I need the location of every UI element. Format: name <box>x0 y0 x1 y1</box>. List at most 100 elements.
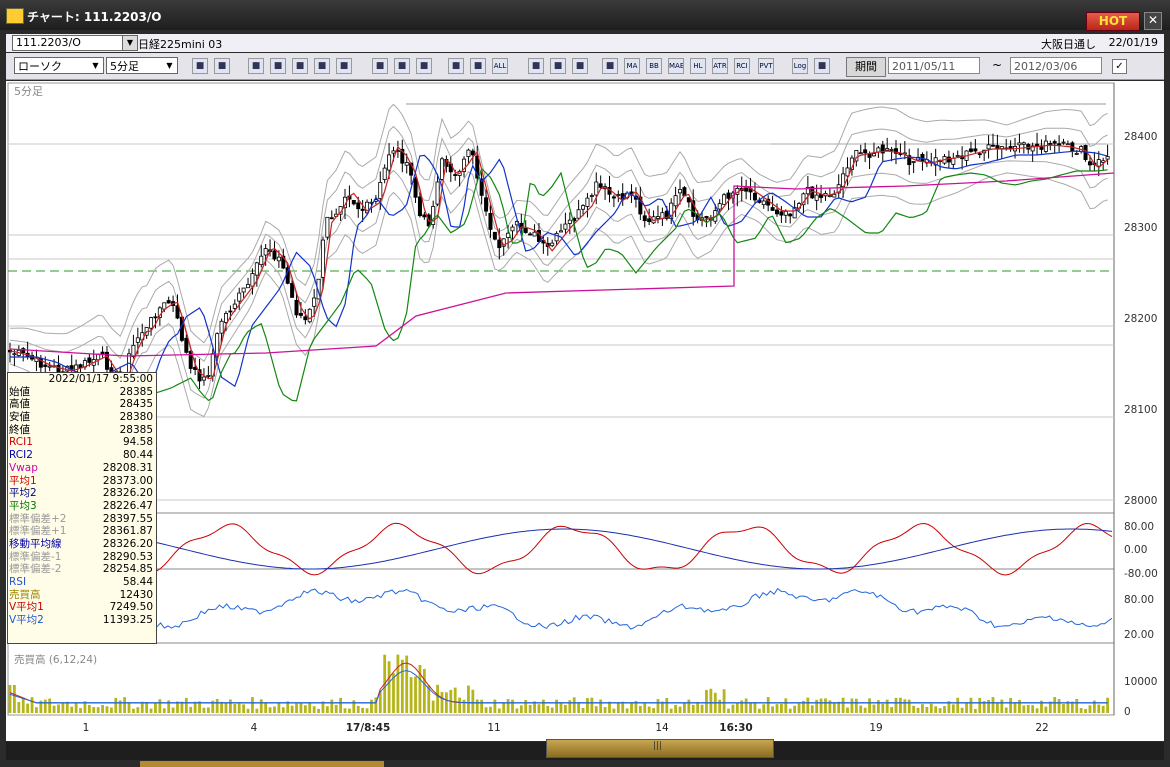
split-arrows-button[interactable]: ■ <box>470 58 486 74</box>
zoom-icon: ■ <box>195 61 205 71</box>
candle-body <box>417 196 422 217</box>
symbol-input[interactable]: 111.2203/O <box>12 35 125 51</box>
pvt-button[interactable]: PVT <box>758 58 774 74</box>
candle-body <box>774 209 779 215</box>
volume-bar <box>1053 697 1057 713</box>
volume-bar <box>528 704 532 713</box>
hot-button[interactable]: HOT <box>1086 12 1140 31</box>
candle-body <box>47 365 52 368</box>
scroll-thumb[interactable]: ||| <box>546 739 774 758</box>
volume-bar <box>515 708 519 713</box>
brush-button[interactable]: ■ <box>550 58 566 74</box>
export-button[interactable]: ■ <box>814 58 830 74</box>
bar-chart-button[interactable]: ■ <box>292 58 308 74</box>
candle-body <box>532 231 537 237</box>
candle-body <box>951 157 956 165</box>
info-label: 標準偏差-1 <box>9 550 62 563</box>
info-row: 平均1 28373.00 <box>8 475 156 488</box>
period-button[interactable]: 期間 <box>846 57 886 77</box>
date-to-field[interactable]: 2012/03/06 <box>1010 57 1102 74</box>
volume-bar <box>295 703 298 713</box>
log-button[interactable]: Log <box>792 58 808 74</box>
chevron-down-icon: ▼ <box>166 61 173 70</box>
volume-bar <box>145 701 149 713</box>
volume-bar <box>123 697 127 713</box>
atr-button[interactable]: ATR <box>712 58 728 74</box>
main-pane-label: 5分足 <box>14 85 43 98</box>
chart-type-value: ローソク <box>18 60 62 73</box>
average-1-line <box>9 144 1108 380</box>
candle-body <box>246 284 251 289</box>
x-axis-label: 16:30 <box>719 722 752 734</box>
all-button[interactable]: ALL <box>492 58 508 74</box>
candle-button[interactable]: ■ <box>314 58 330 74</box>
volume-bar <box>1084 708 1087 713</box>
candle-body <box>307 308 312 323</box>
x-axis-label: 14 <box>655 722 669 734</box>
chart-canvas[interactable]: 5分足28400283002820028100280001 4 17/8:45 11 1… <box>6 81 1164 741</box>
volume-bar <box>643 703 647 713</box>
chart-window: チャート: 111.2203/O HOT ✕ 111.2203/O ▼ 日経22… <box>0 0 1170 767</box>
palette-button[interactable]: ■ <box>572 58 588 74</box>
info-button[interactable]: ■ <box>336 58 352 74</box>
grid-button[interactable]: ■ <box>602 58 618 74</box>
candle-body <box>470 150 475 156</box>
volume-bar <box>206 707 210 713</box>
rci-button[interactable]: RCI <box>734 58 750 74</box>
checkbox[interactable]: ✓ <box>1112 59 1127 74</box>
volume-bar <box>30 697 34 713</box>
hl-button[interactable]: HL <box>690 58 706 74</box>
volume-bar <box>824 698 827 713</box>
volume-bar <box>264 702 268 713</box>
volume-bar <box>317 708 320 713</box>
mae-icon: MAE <box>669 62 684 70</box>
cursor-icon: ■ <box>397 61 407 71</box>
horizontal-scrollbar[interactable]: ||| <box>6 739 1164 760</box>
candle-body <box>488 213 493 230</box>
pencil-button[interactable]: ■ <box>372 58 388 74</box>
volume-bar <box>1031 705 1035 713</box>
ma-button[interactable]: MA <box>624 58 640 74</box>
timeframe-select[interactable]: 5分足 ▼ <box>106 57 178 74</box>
price-tick-label: 28400 <box>1124 131 1157 143</box>
crosshair-button[interactable]: ■ <box>214 58 230 74</box>
settings-button[interactable]: ■ <box>528 58 544 74</box>
volume-bar <box>925 707 929 713</box>
cursor-button[interactable]: ■ <box>394 58 410 74</box>
mae-button[interactable]: MAE <box>668 58 684 74</box>
volume-bar <box>921 704 924 713</box>
volume-bar <box>881 703 885 713</box>
info-row: 平均2 28326.20 <box>8 487 156 500</box>
arrow-down-button[interactable]: ■ <box>248 58 264 74</box>
bb-button[interactable]: BB <box>646 58 662 74</box>
info-row: 標準偏差-1 28290.53 <box>8 551 156 564</box>
magnifier-button[interactable]: ■ <box>270 58 286 74</box>
undo-button[interactable]: ■ <box>416 58 432 74</box>
chart-type-select[interactable]: ローソク ▼ <box>14 57 104 74</box>
candle-body <box>510 226 515 232</box>
volume-bar <box>550 707 554 713</box>
split-button[interactable]: ■ <box>448 58 464 74</box>
rci2-line <box>9 528 1113 570</box>
volume-bar <box>184 697 188 713</box>
info-row: RCI1 94.58 <box>8 436 156 449</box>
volume-bar <box>502 703 506 713</box>
candle-body <box>312 297 317 307</box>
volume-bar <box>8 685 12 713</box>
volume-bar <box>784 698 788 713</box>
candle-body <box>528 233 533 236</box>
volume-bar <box>594 706 598 713</box>
rci-tick-label: 0.00 <box>1124 544 1147 556</box>
candle-body <box>153 316 158 319</box>
chart-area[interactable]: 5分足 28400 28300 28200 28100 28000 1 4 17/8:45 11 1… <box>6 81 1164 741</box>
volume-bar <box>259 699 263 713</box>
volume-bar <box>1013 702 1017 713</box>
chevron-down-icon[interactable]: ▼ <box>122 35 138 51</box>
close-button[interactable]: ✕ <box>1144 12 1162 30</box>
volume-bar <box>683 703 686 713</box>
date-from-field[interactable]: 2011/05/11 <box>888 57 980 74</box>
volume-bar <box>290 705 294 713</box>
zoom-button[interactable]: ■ <box>192 58 208 74</box>
candle-body <box>329 217 334 220</box>
info-row: V平均1 7249.50 <box>8 601 156 614</box>
